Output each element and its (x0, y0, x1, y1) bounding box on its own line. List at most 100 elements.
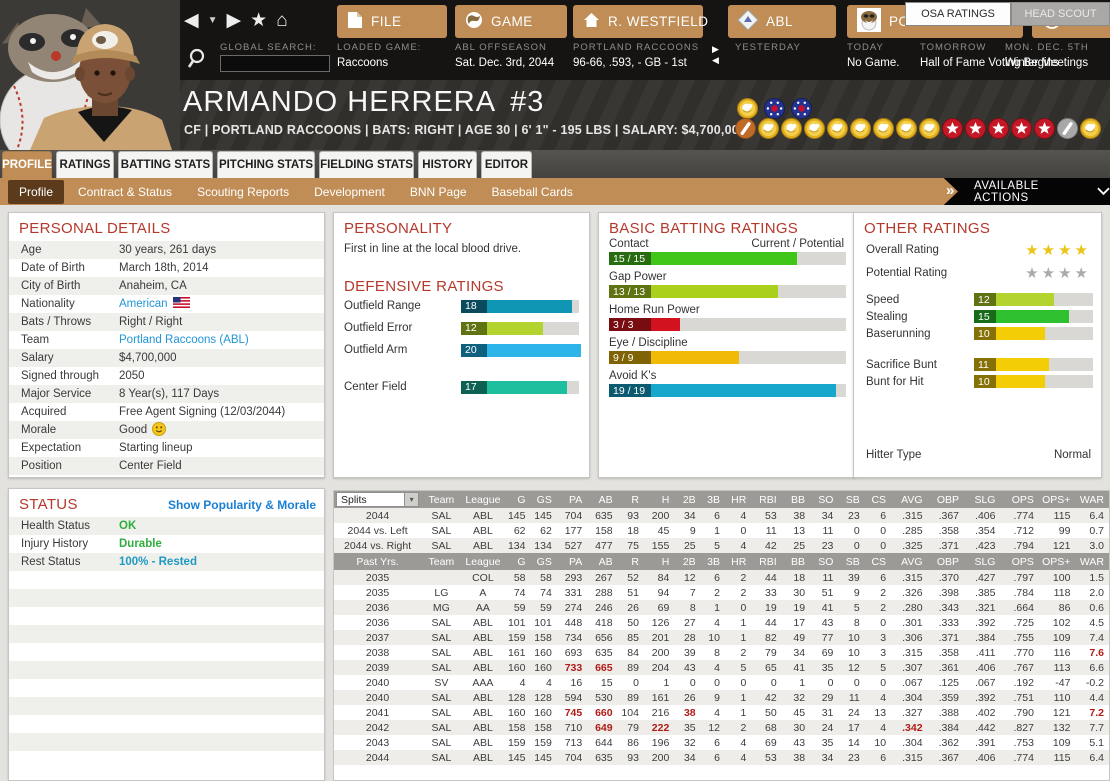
all-star-red-badge-icon (965, 118, 986, 144)
jersey-number: #3 (510, 86, 544, 118)
tab-pitching-stats[interactable]: PITCHING STATS (217, 151, 315, 178)
current-potential-label: Current / Potential (751, 238, 844, 250)
other-row-bunt-for-hit: Bunt for Hit10 (866, 375, 1093, 388)
tab-editor[interactable]: EDITOR (481, 151, 532, 178)
info-column-portland-raccoons: PORTLAND RACCOONS96-66, .593, - GB - 1st (573, 42, 733, 69)
all-star-red-badge-icon (942, 118, 963, 144)
us-flag-icon (173, 297, 190, 311)
tab-fielding-stats[interactable]: FIELDING STATS (319, 151, 414, 178)
detail-row-date-of-birth: Date of BirthMarch 18th, 2014 (9, 259, 324, 277)
manager-button[interactable]: R. WESTFIELD (573, 5, 703, 38)
personal-details-panel: PERSONAL DETAILS Age30 years, 261 daysDa… (8, 212, 325, 478)
forward-icon[interactable]: ▶ (227, 8, 242, 34)
file-icon (347, 11, 363, 32)
back-icon[interactable]: ◀ (184, 8, 199, 34)
detail-row-empty (9, 679, 324, 697)
show-popularity-morale-link[interactable]: Show Popularity & Morale (168, 498, 316, 512)
game-button[interactable]: GAME (455, 5, 567, 38)
gold-glove-award-icon (873, 118, 894, 144)
detail-row-empty (9, 589, 324, 607)
bookmark-star-icon[interactable]: ★ (250, 8, 267, 34)
detail-row-rest-status: Rest Status100% - Rested (9, 553, 324, 571)
globe-icon (465, 11, 483, 32)
detail-row-city-of-birth: City of BirthAnaheim, CA (9, 277, 324, 295)
rating-bar-outfield-range: 18 (461, 300, 579, 313)
detail-row-team: TeamPortland Raccoons (ABL) (9, 331, 324, 349)
star-row-overall-rating: Overall Rating★★★★ (866, 241, 1091, 259)
rating-bar-eye-discipline: 9 / 9 (609, 351, 846, 364)
detail-row-age: Age30 years, 261 days (9, 241, 324, 259)
subtab-contract-status[interactable]: Contract & Status (67, 180, 183, 204)
detail-row-signed-through: Signed through2050 (9, 367, 324, 385)
rating-bar-outfield-arm: 20 (461, 344, 579, 357)
detail-row-salary: Salary$4,700,000 (9, 349, 324, 367)
star-row-potential-rating: Potential Rating★★★★ (866, 264, 1091, 282)
league-logo-icon (738, 10, 758, 33)
detail-row-empty (9, 571, 324, 589)
stats-header-row: Splits▾TeamLeagueGGSPAABRH2B3BHRRBIBBSOS… (334, 491, 1109, 508)
defensive-row-outfield-range: Outfield Range18 (344, 299, 579, 313)
detail-row-health-status: Health StatusOK (9, 517, 324, 535)
splits-dropdown[interactable]: Splits▾ (336, 492, 419, 507)
stats-history-row: 2036SALABL10110144841850126274144174380.… (334, 615, 1109, 630)
batting-label-row: Gap Power (609, 271, 844, 283)
rating-bar-speed: 12 (974, 293, 1093, 306)
available-actions-menu[interactable]: » AVAILABLE ACTIONS (938, 178, 1110, 205)
osa-ratings-button[interactable]: OSA RATINGS (905, 2, 1011, 26)
available-actions-label: AVAILABLE ACTIONS (974, 180, 1087, 204)
rating-bar-baserunning: 10 (974, 327, 1093, 340)
defensive-row-outfield-error: Outfield Error12 (344, 321, 579, 335)
detail-row-injury-history: Injury HistoryDurable (9, 535, 324, 553)
detail-row-empty (9, 607, 324, 625)
rating-bar-center-field: 17 (461, 381, 579, 394)
global-search-input[interactable] (220, 55, 330, 72)
rating-bar-contact: 15 / 15 (609, 252, 846, 265)
rating-bar-avoid-k-s: 19 / 19 (609, 384, 846, 397)
detail-row-position: PositionCenter Field (9, 457, 324, 475)
search-icon[interactable] (187, 47, 211, 71)
main-tab-bar: PROFILERATINGSBATTING STATSPITCHING STAT… (0, 150, 1110, 178)
all-star-red-badge-icon (1011, 118, 1032, 144)
stats-history-row: 2040SVAAA4416150100001000.067.125.067.19… (334, 675, 1109, 690)
league-button[interactable]: ABL (728, 5, 836, 38)
subtab-bnn-page[interactable]: BNN Page (399, 180, 478, 204)
basic-batting-ratings-panel: BASIC BATTING RATINGS ContactCurrent / P… (598, 212, 855, 478)
home-icon[interactable]: ⌂ (276, 8, 287, 34)
gold-glove-award-icon (758, 118, 779, 144)
detail-row-morale: MoraleGood (9, 421, 324, 439)
defensive-row-center-field: Center Field17 (344, 380, 579, 394)
chevron-down-icon: ▾ (404, 493, 418, 506)
raccoon-logo-icon (857, 8, 881, 35)
gold-glove-award-icon (850, 118, 871, 144)
stats-header-row: Past Yrs.TeamLeagueGGSPAABRH2B3BHRRBIBBS… (334, 553, 1109, 570)
stats-history-row: 2044SALABL145145704635932003464533834236… (334, 750, 1109, 765)
file-button[interactable]: FILE (337, 5, 447, 38)
tab-ratings[interactable]: RATINGS (56, 151, 114, 178)
stats-history-row: 2036MGAA5959274246266981019194152.280.34… (334, 600, 1109, 615)
gold-glove-award-icon (827, 118, 848, 144)
rating-bar-stealing: 15 (974, 310, 1093, 323)
subtab-scouting-reports[interactable]: Scouting Reports (186, 180, 300, 204)
rating-bar-gap-power: 13 / 13 (609, 285, 846, 298)
panel-title: PERSONALITY (334, 213, 589, 241)
batting-label-row: Avoid K's (609, 370, 844, 382)
tab-history[interactable]: HISTORY (418, 151, 477, 178)
detail-row-empty (9, 715, 324, 733)
stats-history-row: 2040SALABL128128594530891612691423229114… (334, 690, 1109, 705)
stats-table: Splits▾TeamLeagueGGSPAABRH2B3BHRRBIBBSOS… (334, 491, 1109, 765)
detail-row-bats-throws: Bats / ThrowsRight / Right (9, 313, 324, 331)
rating-bar-outfield-error: 12 (461, 322, 579, 335)
award-bronze-slash-icon (735, 118, 756, 144)
stats-history-row: 2035COL585829326752841262441811396.315.3… (334, 570, 1109, 585)
stats-table-panel: Splits▾TeamLeagueGGSPAABRH2B3BHRRBIBBSOS… (333, 490, 1110, 781)
subtab-development[interactable]: Development (303, 180, 396, 204)
head-scout-button[interactable]: HEAD SCOUT (1011, 2, 1110, 26)
detail-row-acquired: AcquiredFree Agent Signing (12/03/2044) (9, 403, 324, 421)
tab-profile[interactable]: PROFILE (2, 151, 52, 178)
defensive-ratings-title: DEFENSIVE RATINGS (334, 271, 589, 299)
history-dropdown-icon[interactable]: ▼ (208, 8, 218, 34)
subtab-profile[interactable]: Profile (8, 180, 64, 204)
tab-batting-stats[interactable]: BATTING STATS (118, 151, 213, 178)
morale-smiley-icon (152, 422, 166, 439)
subtab-baseball-cards[interactable]: Baseball Cards (481, 180, 584, 204)
